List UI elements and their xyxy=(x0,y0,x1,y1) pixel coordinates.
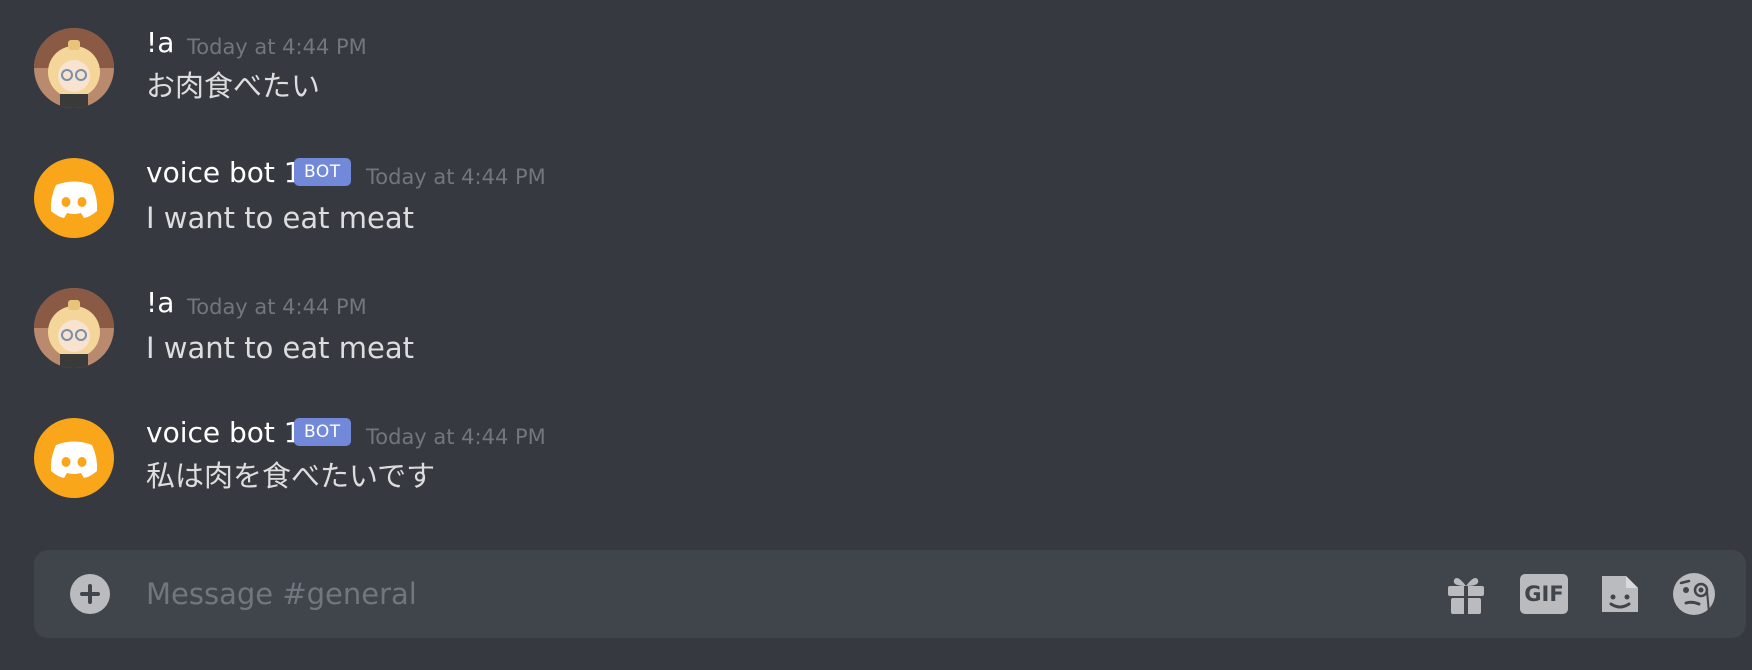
discord-logo-icon xyxy=(50,441,98,478)
message-item: voice bot 1 BOT Today at 4:44 PM I want … xyxy=(0,150,1752,250)
message-timestamp[interactable]: Today at 4:44 PM xyxy=(187,292,367,322)
user-avatar[interactable] xyxy=(34,28,114,108)
bot-tag: BOT xyxy=(294,158,351,186)
sticker-button[interactable] xyxy=(1596,570,1644,618)
emoji-button[interactable] xyxy=(1670,570,1718,618)
message-item: voice bot 1 BOT Today at 4:44 PM 私は肉を食べた… xyxy=(0,410,1752,510)
author-name[interactable]: !a xyxy=(146,26,174,60)
author-name[interactable]: !a xyxy=(146,286,174,320)
message-composer: GIF xyxy=(34,550,1746,638)
author-name[interactable]: voice bot 1 xyxy=(146,156,302,190)
user-avatar[interactable] xyxy=(34,288,114,368)
message-item: !a Today at 4:44 PM お肉食べたい xyxy=(0,20,1752,120)
gif-button[interactable]: GIF xyxy=(1518,570,1570,618)
gif-label: GIF xyxy=(1520,574,1568,614)
message-item: !a Today at 4:44 PM I want to eat meat xyxy=(0,280,1752,380)
sticker-icon xyxy=(1602,576,1638,612)
gift-button[interactable] xyxy=(1442,570,1490,618)
message-timestamp[interactable]: Today at 4:44 PM xyxy=(187,32,367,62)
author-name[interactable]: voice bot 1 xyxy=(146,416,302,450)
message-timestamp[interactable]: Today at 4:44 PM xyxy=(366,422,546,452)
bot-avatar[interactable] xyxy=(34,418,114,498)
bot-tag: BOT xyxy=(294,418,351,446)
plus-circle-icon[interactable] xyxy=(70,574,110,614)
message-input[interactable] xyxy=(146,568,1446,620)
message-text: お肉食べたい xyxy=(146,69,321,103)
message-text: I want to eat meat xyxy=(146,331,414,365)
message-text: 私は肉を食べたいです xyxy=(146,459,436,493)
message-text: I want to eat meat xyxy=(146,201,414,235)
chat-view: !a Today at 4:44 PM お肉食べたい voice bot 1 B… xyxy=(0,0,1752,670)
gift-icon xyxy=(1448,578,1484,614)
message-timestamp[interactable]: Today at 4:44 PM xyxy=(366,162,546,192)
emoji-face-icon xyxy=(1673,573,1715,615)
bot-avatar[interactable] xyxy=(34,158,114,238)
discord-logo-icon xyxy=(50,181,98,218)
